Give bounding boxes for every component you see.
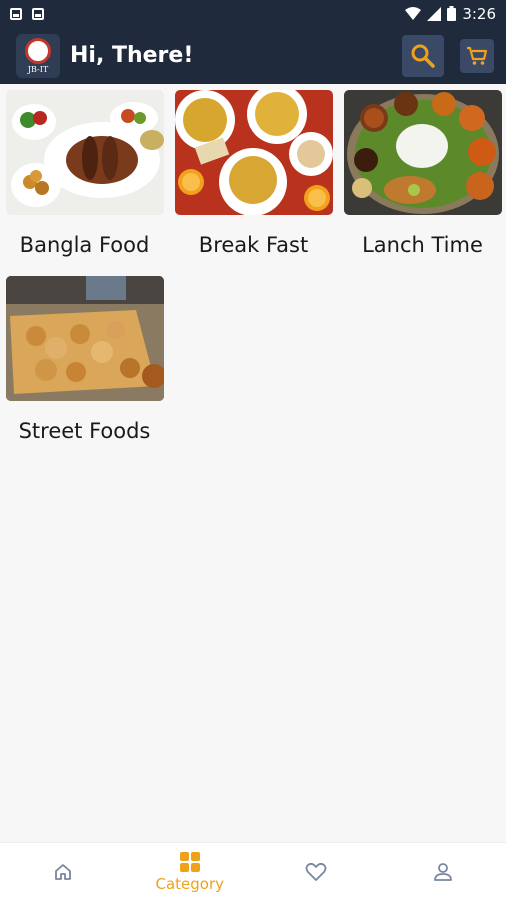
status-left [10, 7, 44, 20]
category-label: Break Fast [198, 233, 309, 257]
app-bar: JB-IT Hi, There! [0, 27, 506, 84]
category-grid: Bangla Food Break Fast Lanch Time Street… [0, 84, 506, 456]
street-foods-image [5, 276, 164, 401]
category-icon [179, 851, 200, 872]
app-logo: JB-IT [16, 33, 60, 78]
search-icon [411, 44, 435, 68]
search-button[interactable] [402, 34, 444, 77]
gallery-notification-icon [10, 7, 22, 20]
logo-text: JB-IT [27, 64, 49, 74]
category-card-street-foods[interactable]: Street Foods [0, 270, 169, 456]
heart-icon [305, 862, 327, 881]
bottom-nav: Category [0, 842, 506, 900]
status-time: 3:26 [462, 4, 496, 23]
break-fast-image [174, 90, 333, 215]
signal-icon [427, 6, 442, 21]
notification-icon [32, 7, 44, 20]
home-icon [55, 863, 72, 880]
status-bar: 3:26 [0, 0, 506, 27]
category-card-lanch-time[interactable]: Lanch Time [338, 84, 506, 270]
cart-button[interactable] [460, 38, 494, 73]
app-title: Hi, There! [70, 43, 194, 68]
category-card-bangla-food[interactable]: Bangla Food [0, 84, 169, 270]
category-label: Street Foods [18, 419, 151, 443]
category-label: Bangla Food [19, 233, 150, 257]
logo-emblem [25, 37, 51, 64]
category-label: Lanch Time [362, 233, 483, 257]
nav-home[interactable] [0, 843, 127, 900]
cart-icon [467, 46, 488, 65]
nav-category-label: Category [155, 874, 225, 893]
wifi-icon [405, 6, 422, 20]
nav-category[interactable]: Category [127, 843, 254, 900]
nav-profile[interactable] [380, 843, 506, 900]
bangla-food-image [5, 90, 164, 215]
category-card-break-fast[interactable]: Break Fast [169, 84, 338, 270]
status-right: 3:26 [405, 5, 496, 23]
battery-icon [447, 6, 457, 21]
profile-icon [433, 862, 452, 881]
lanch-time-image [343, 90, 502, 215]
nav-favorites[interactable] [253, 843, 380, 900]
